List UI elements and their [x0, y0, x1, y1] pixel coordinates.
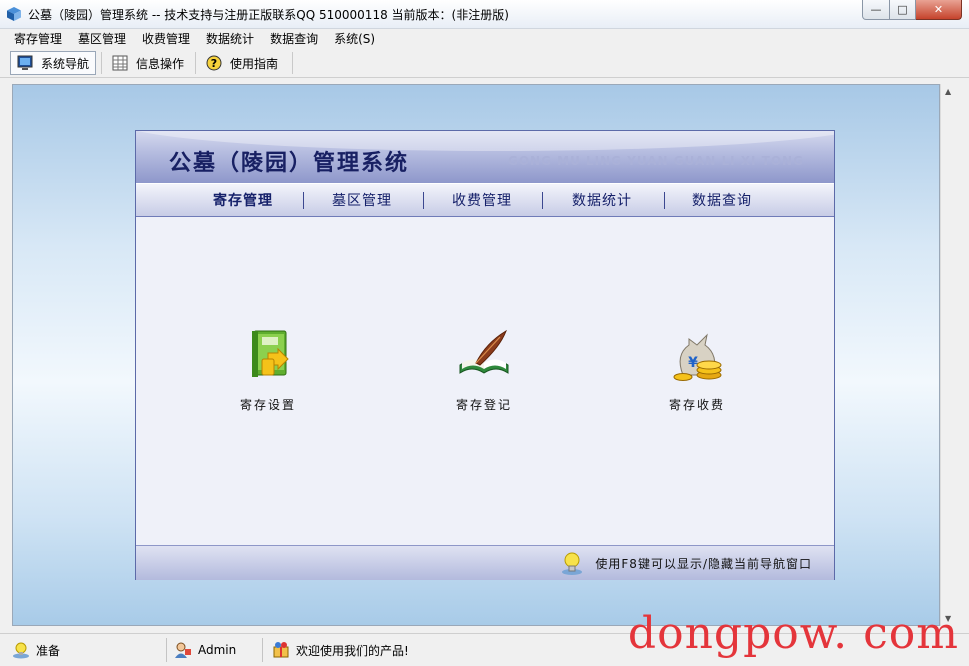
quill-book-icon — [459, 329, 509, 374]
storage-register-item[interactable]: 寄存登记 — [434, 325, 534, 413]
help-question-icon: ? — [206, 55, 222, 71]
svg-text:¥: ¥ — [688, 355, 698, 371]
user-avatar-icon — [175, 642, 191, 658]
panel-pinyin: GONG MU LING YUAN GUAN LI XI TONG — [508, 154, 804, 168]
menu-fees[interactable]: 收费管理 — [134, 30, 198, 47]
scroll-up-icon[interactable]: ▲ — [945, 87, 951, 96]
status-message: 欢迎使用我们的产品! — [272, 634, 409, 666]
info-operation-button[interactable]: 信息操作 — [106, 51, 184, 75]
navigation-panel: 公墓（陵园）管理系统 GONG MU LING YUAN GUAN LI XI … — [135, 130, 835, 580]
close-button[interactable]: ✕ — [916, 0, 962, 20]
status-message-text: 欢迎使用我们的产品! — [296, 643, 409, 658]
menu-bar: 寄存管理 墓区管理 收费管理 数据统计 数据查询 系统(S) — [0, 28, 969, 49]
welcome-gift-icon — [273, 642, 289, 658]
panel-footer: 使用F8键可以显示/隐藏当前导航窗口 — [136, 545, 834, 580]
status-ready: 准备 — [12, 634, 60, 666]
lightbulb-icon — [562, 552, 582, 575]
menu-cemetery-area[interactable]: 墓区管理 — [70, 30, 134, 47]
storage-settings-item[interactable]: 寄存设置 — [218, 325, 318, 413]
title-bar: 公墓（陵园）管理系统 -- 技术支持与注册正版联系QQ 510000118 当前… — [0, 0, 969, 29]
status-ready-text: 准备 — [36, 643, 61, 658]
status-user-text: Admin — [198, 643, 237, 657]
book-settings-icon — [252, 330, 289, 377]
storage-settings-label: 寄存设置 — [239, 398, 296, 412]
vertical-scrollbar[interactable]: ▲ ▼ — [940, 84, 958, 626]
panel-tab-storage[interactable]: 寄存管理 — [213, 190, 273, 210]
user-guide-label: 使用指南 — [230, 56, 279, 71]
panel-tab-query[interactable]: 数据查询 — [692, 190, 752, 210]
svg-text:?: ? — [211, 57, 217, 70]
panel-title: 公墓（陵园）管理系统 — [169, 151, 410, 176]
storage-register-label: 寄存登记 — [455, 398, 512, 412]
status-user: Admin — [174, 634, 236, 666]
money-bag-icon: ¥ — [673, 333, 722, 381]
app-cube-icon — [7, 7, 21, 21]
watermark-logo: dongpow. com — [627, 608, 959, 659]
system-nav-button[interactable]: 系统导航 — [10, 51, 96, 75]
storage-fees-item[interactable]: ¥ 寄存收费 — [647, 325, 747, 413]
panel-tab-fees[interactable]: 收费管理 — [452, 190, 512, 210]
window-title: 公墓（陵园）管理系统 -- 技术支持与注册正版联系QQ 510000118 当前… — [28, 8, 509, 22]
menu-system[interactable]: 系统(S) — [326, 30, 383, 47]
menu-storage[interactable]: 寄存管理 — [6, 30, 70, 47]
user-guide-button[interactable]: ? 使用指南 — [200, 51, 278, 75]
info-operation-label: 信息操作 — [136, 56, 185, 71]
maximize-button[interactable]: □ — [890, 0, 916, 20]
toolbar: 系统导航 信息操作 ? 使用指南 — [0, 49, 969, 78]
minimize-button[interactable]: — — [862, 0, 890, 20]
panel-nav-bar: 寄存管理 墓区管理 收费管理 数据统计 数据查询 — [136, 183, 834, 217]
panel-header: 公墓（陵园）管理系统 GONG MU LING YUAN GUAN LI XI … — [136, 131, 834, 183]
system-nav-label: 系统导航 — [41, 56, 90, 71]
panel-tab-cemetery-area[interactable]: 墓区管理 — [332, 190, 392, 210]
menu-query[interactable]: 数据查询 — [262, 30, 326, 47]
f8-toggle-tip: 使用F8键可以显示/隐藏当前导航窗口 — [595, 557, 812, 571]
panel-tab-statistics[interactable]: 数据统计 — [572, 190, 632, 210]
grid-table-icon — [112, 55, 128, 71]
storage-fees-label: 寄存收费 — [668, 398, 725, 412]
ready-bulb-icon — [13, 642, 29, 659]
menu-statistics[interactable]: 数据统计 — [198, 30, 262, 47]
monitor-icon — [17, 55, 33, 70]
